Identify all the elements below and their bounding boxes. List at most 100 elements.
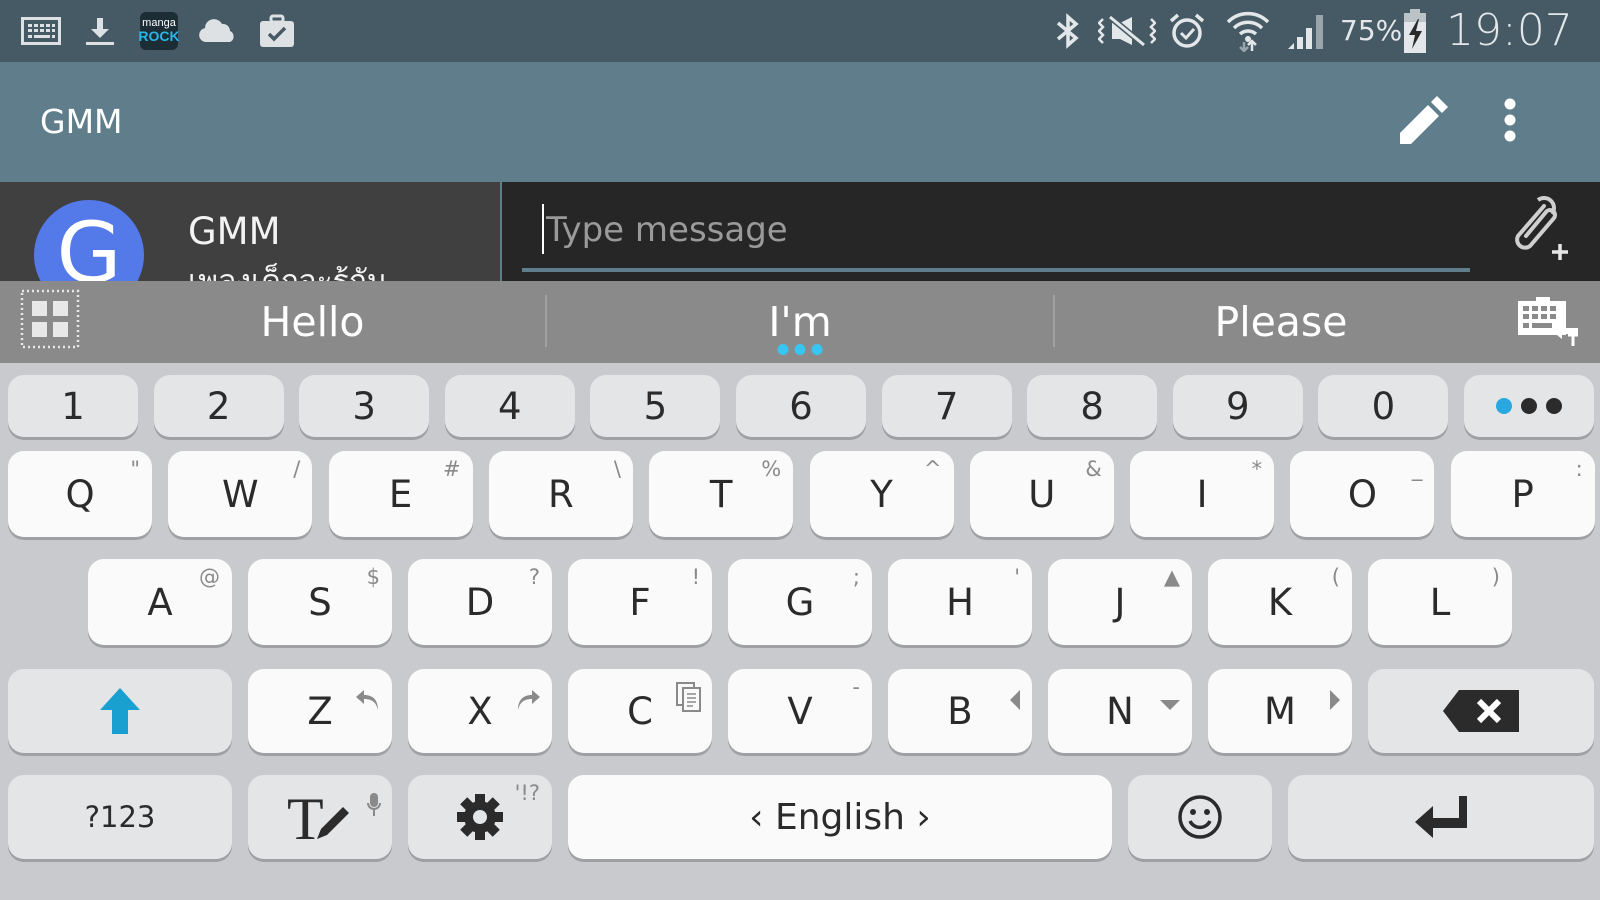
keyboard-options-button[interactable] — [1516, 295, 1580, 351]
undo-icon — [354, 677, 382, 721]
battery-charging-icon — [1402, 9, 1428, 53]
message-input[interactable] — [542, 206, 1442, 254]
key-8[interactable]: 8 — [1027, 375, 1158, 437]
key-5[interactable]: 5 — [590, 375, 721, 437]
key-m[interactable]: M — [1208, 669, 1352, 753]
secondary-symbol: * — [1251, 457, 1263, 481]
vibrate-mute-icon — [1098, 10, 1156, 52]
key-o[interactable]: O _ — [1290, 451, 1435, 537]
key-j[interactable]: J ▲ — [1048, 559, 1192, 645]
backspace-icon — [1443, 690, 1519, 732]
attach-icon — [1515, 196, 1568, 260]
key-0[interactable]: 0 — [1318, 375, 1449, 437]
app-bar: GMM — [0, 62, 1600, 182]
suggestion-item[interactable]: I'm — [547, 281, 1053, 363]
secondary-symbol: : — [1575, 457, 1583, 481]
enter-key[interactable] — [1288, 775, 1594, 859]
bluetooth-icon — [1052, 10, 1084, 52]
key-h[interactable]: H ' — [888, 559, 1032, 645]
secondary-symbol: \ — [613, 457, 621, 481]
secondary-symbol: _ — [1411, 457, 1423, 481]
edit-button[interactable] — [1396, 94, 1450, 148]
secondary-symbol: ; — [852, 565, 860, 589]
microphone-icon — [366, 783, 382, 827]
keyboard-menu-button[interactable] — [20, 289, 80, 349]
key-i[interactable]: I * — [1130, 451, 1275, 537]
keyboard-add-icon — [1518, 297, 1578, 346]
contact-name: GMM — [188, 210, 281, 253]
key-9[interactable]: 9 — [1172, 375, 1303, 437]
secondary-symbol: % — [761, 457, 782, 481]
key-l[interactable]: L) — [1368, 559, 1512, 645]
secondary-symbol: / — [293, 457, 301, 481]
key-n[interactable]: N — [1048, 669, 1192, 753]
more-options-button[interactable] — [1492, 94, 1528, 148]
keyboard: ?123 T '!? ‹ English › 1234567890 Q " W … — [0, 363, 1600, 900]
cursor-left-icon — [1008, 677, 1022, 721]
key-7[interactable]: 7 — [881, 375, 1012, 437]
key-g[interactable]: G; — [728, 559, 872, 645]
cloud-icon — [196, 10, 238, 52]
signal-icon — [1286, 10, 1328, 52]
key-z[interactable]: Z — [248, 669, 392, 753]
alarm-icon — [1168, 10, 1206, 52]
key-t[interactable]: T% — [649, 451, 794, 537]
backspace-key[interactable] — [1368, 669, 1594, 753]
message-input-underline — [522, 268, 1470, 272]
emoji-key[interactable] — [1128, 775, 1272, 859]
more-vert-icon — [1504, 98, 1516, 142]
key-p[interactable]: P: — [1450, 451, 1595, 537]
avatar: G — [34, 200, 144, 281]
key-c[interactable]: C — [568, 669, 712, 753]
grid-menu-icon — [20, 289, 80, 349]
cursor-right-icon — [1328, 677, 1342, 721]
briefcase-check-icon — [258, 10, 296, 52]
attach-button[interactable] — [1502, 194, 1568, 264]
cursor-down-icon — [1158, 677, 1182, 721]
key-6[interactable]: 6 — [736, 375, 866, 437]
key-w[interactable]: W / — [168, 451, 313, 537]
key-u[interactable]: U & — [969, 451, 1114, 537]
key-s[interactable]: S $ — [248, 559, 392, 645]
key-d[interactable]: D? — [408, 559, 552, 645]
ellipsis-icon — [1496, 398, 1562, 414]
secondary-symbol: # — [442, 457, 461, 481]
key-r[interactable]: R \ — [488, 451, 633, 537]
key-a[interactable]: A @ — [88, 559, 232, 645]
shift-arrow-icon — [100, 688, 140, 734]
key-k[interactable]: K( — [1208, 559, 1352, 645]
key-1[interactable]: 1 — [8, 375, 138, 437]
secondary-symbol: ▲ — [1163, 565, 1180, 589]
key-q[interactable]: Q " — [8, 451, 152, 537]
secondary-symbol: ? — [528, 565, 540, 589]
space-key[interactable]: ‹ English › — [568, 775, 1112, 859]
settings-key[interactable]: '!? — [408, 775, 552, 859]
wifi-icon — [1226, 10, 1270, 52]
symbols-key[interactable]: ?123 — [8, 775, 232, 859]
battery-percent: 75% — [1340, 14, 1403, 47]
key-b[interactable]: B — [888, 669, 1032, 753]
handwriting-key[interactable]: T — [248, 775, 392, 859]
secondary-symbol: ( — [1331, 565, 1340, 589]
redo-icon — [514, 677, 542, 721]
key-v[interactable]: V- — [728, 669, 872, 753]
suggestion-item[interactable]: Hello — [80, 281, 545, 363]
download-icon — [82, 10, 118, 52]
key-x[interactable]: X — [408, 669, 552, 753]
more-suggestions-indicator — [777, 344, 823, 355]
edit-icon — [1400, 96, 1448, 144]
key-f[interactable]: F! — [568, 559, 712, 645]
secondary-symbol: & — [1085, 457, 1102, 481]
key-e[interactable]: E # — [328, 451, 473, 537]
more-keys-button[interactable] — [1464, 375, 1594, 437]
suggestion-item[interactable]: Please — [1055, 281, 1507, 363]
status-bar: manga ROCK 75% 19:07 — [0, 0, 1600, 62]
key-2[interactable]: 2 — [153, 375, 284, 437]
enter-arrow-icon — [1415, 796, 1467, 838]
key-4[interactable]: 4 — [444, 375, 575, 437]
conversation-header[interactable]: G GMM เพลงเด็กจะรู้กัน — [0, 182, 500, 281]
key-3[interactable]: 3 — [299, 375, 430, 437]
key-y[interactable]: Y ^ — [809, 451, 954, 537]
secondary-symbol: ^ — [923, 457, 942, 481]
shift-key[interactable] — [8, 669, 232, 753]
